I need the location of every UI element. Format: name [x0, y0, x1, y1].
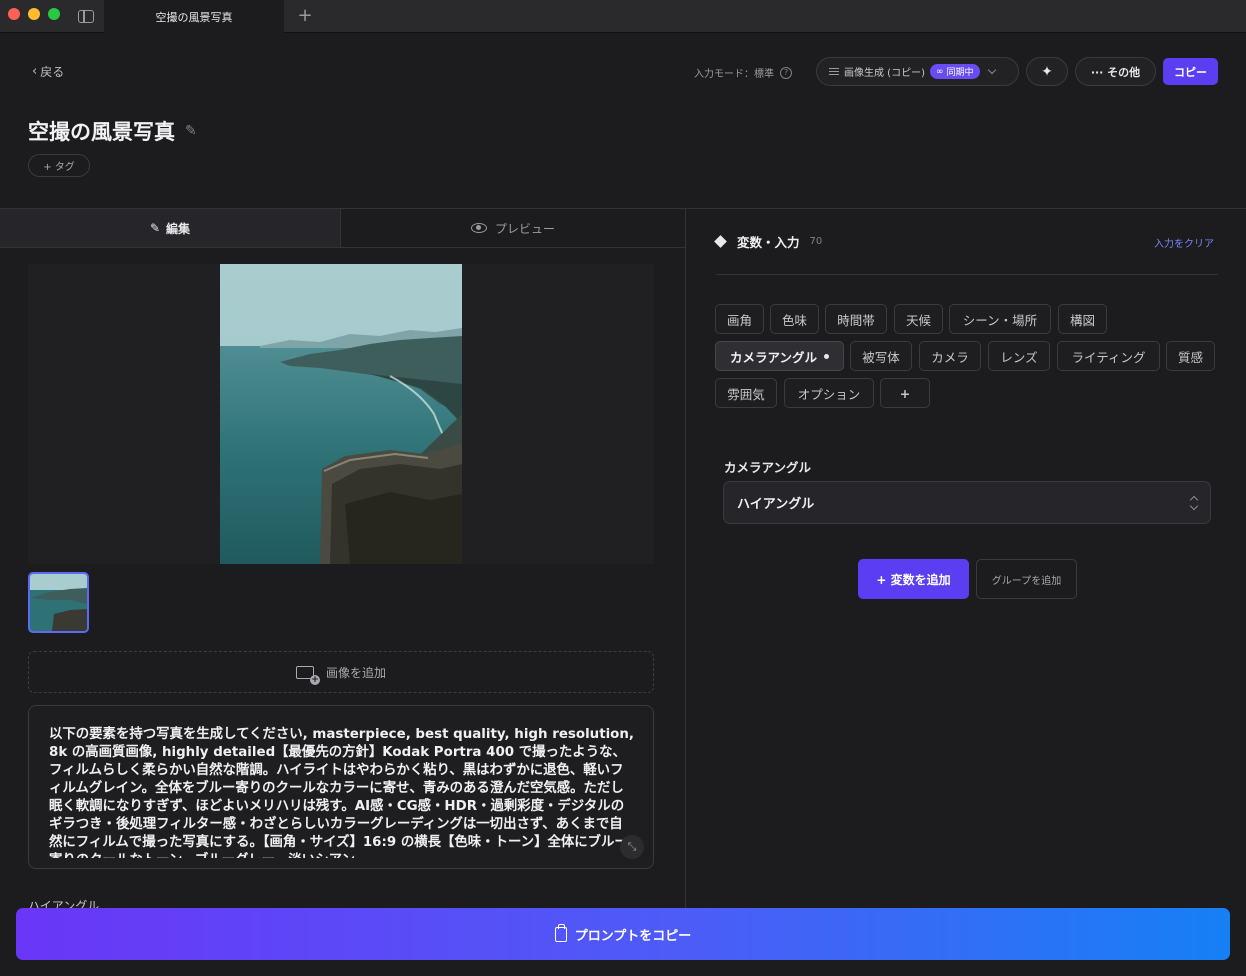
chip-atmosphere[interactable]: 雰囲気	[715, 378, 777, 408]
camera-angle-select[interactable]: ハイアングル	[723, 481, 1211, 524]
plus-icon: +	[899, 385, 911, 401]
chip-label: ライティング	[1071, 349, 1146, 365]
chip-color[interactable]: 色味	[770, 304, 819, 334]
variables-header: 変数・入力 70	[714, 232, 823, 251]
camera-angle-value: ハイアングル	[737, 497, 815, 512]
chip-label: シーン・場所	[962, 312, 1038, 328]
chip-option[interactable]: オプション	[784, 378, 874, 408]
chip-lens[interactable]: レンズ	[988, 341, 1050, 371]
copy-prompt-button[interactable]: プロンプトをコピー	[16, 908, 1230, 960]
editor-tabs: ✎ 編集 プレビュー	[0, 209, 685, 248]
sync-badge-label: 同期中	[946, 68, 974, 78]
variables-count: 70	[809, 236, 823, 247]
help-icon[interactable]: ?	[780, 66, 792, 79]
input-mode-label: 入力モード：標準	[694, 69, 774, 80]
add-tag-button[interactable]: + タグ	[28, 154, 90, 177]
selected-dot-icon	[824, 353, 829, 359]
tab-preview-label: プレビュー	[494, 221, 555, 236]
chevron-down-icon	[987, 65, 996, 75]
more-button[interactable]: ··· その他	[1075, 57, 1156, 86]
chip-time-of-day[interactable]: 時間帯	[825, 304, 887, 334]
eye-icon	[470, 223, 487, 233]
zoom-window-button[interactable]	[48, 8, 60, 20]
clipboard-icon	[554, 923, 567, 942]
list-icon	[829, 68, 839, 75]
clear-input-link[interactable]: 入力をクリア	[1154, 235, 1214, 250]
main-photo	[220, 264, 462, 564]
close-window-button[interactable]	[8, 8, 20, 20]
chip-label: カメラアングル	[729, 349, 817, 365]
chip-label: 色味	[781, 312, 807, 328]
copy-prompt-label: プロンプトをコピー	[574, 928, 692, 944]
page-title-text: 空撮の風景写真	[28, 120, 175, 144]
panel-divider	[685, 209, 686, 908]
window-tab-label: 空撮の風景写真	[155, 10, 233, 24]
chip-label: レンズ	[1000, 349, 1038, 365]
chip-label: 構図	[1069, 312, 1095, 328]
page-title[interactable]: 空撮の風景写真 ✎	[28, 116, 197, 146]
title-bar: 空撮の風景写真 +	[0, 0, 1246, 33]
sync-badge: ∞ 同期中	[929, 64, 980, 79]
image-add-icon	[295, 665, 320, 685]
updown-chevron-icon	[1190, 496, 1198, 510]
chip-label: オプション	[797, 386, 861, 402]
chip-scene-location[interactable]: シーン・場所	[949, 304, 1051, 334]
chip-lighting[interactable]: ライティング	[1057, 341, 1160, 371]
variables-divider	[716, 274, 1218, 275]
pencil-icon[interactable]: ✎	[185, 123, 197, 139]
chip-label: 被写体	[862, 349, 900, 365]
prompt-textarea[interactable]: 以下の要素を持つ写真を生成してください, masterpiece, best q…	[28, 705, 654, 869]
chevron-left-icon: ‹	[32, 64, 38, 79]
variables-title: 変数・入力	[737, 235, 800, 250]
chip-label: 画角	[726, 312, 752, 328]
chip-texture[interactable]: 質感	[1166, 341, 1215, 371]
new-tab-button[interactable]: +	[296, 5, 314, 27]
input-mode-indicator: 入力モード：標準 ?	[694, 65, 792, 80]
chip-subject[interactable]: 被写体	[850, 341, 912, 371]
image-viewer	[28, 264, 654, 564]
back-button[interactable]: ‹ 戻る	[32, 63, 64, 80]
tab-preview[interactable]: プレビュー	[341, 209, 685, 247]
ai-sparkle-button[interactable]: ✦	[1026, 57, 1068, 86]
add-image-label: 画像を追加	[325, 665, 386, 680]
diamond-icon	[714, 235, 727, 248]
back-label: 戻る	[40, 65, 65, 79]
link-icon: ∞	[935, 66, 944, 77]
pencil-icon: ✎	[149, 221, 161, 235]
prompt-text: 以下の要素を持つ写真を生成してください, masterpiece, best q…	[49, 727, 635, 858]
sparkle-icon: ✦	[1041, 63, 1053, 80]
chip-angle-of-view[interactable]: 画角	[715, 304, 764, 334]
chip-camera-angle[interactable]: カメラアングル	[715, 341, 844, 371]
chip-label: 時間帯	[837, 312, 875, 328]
add-group-button[interactable]: グループを追加	[976, 559, 1077, 599]
chip-add-button[interactable]: +	[880, 378, 930, 408]
chip-composition[interactable]: 構図	[1058, 304, 1107, 334]
copy-button[interactable]: コピー	[1163, 58, 1218, 85]
image-thumbnail[interactable]	[28, 572, 89, 633]
chip-label: 質感	[1177, 349, 1203, 365]
field-label: カメラアングル	[724, 460, 812, 475]
chip-weather[interactable]: 天候	[894, 304, 943, 334]
chip-camera[interactable]: カメラ	[919, 341, 981, 371]
tab-edit[interactable]: ✎ 編集	[0, 209, 341, 247]
window-tab[interactable]: 空撮の風景写真	[104, 0, 284, 33]
sidebar-toggle-icon[interactable]	[78, 10, 94, 23]
chip-label: 雰囲気	[727, 386, 765, 402]
add-image-button[interactable]: 画像を追加	[28, 651, 654, 693]
minimize-window-button[interactable]	[28, 8, 40, 20]
add-variable-button[interactable]: + 変数を追加	[858, 559, 969, 599]
mode-select[interactable]: 画像生成 (コピー) ∞ 同期中	[816, 57, 1019, 86]
expand-icon[interactable]: ⤡	[620, 835, 644, 859]
tab-edit-label: 編集	[166, 221, 191, 236]
mode-select-label: 画像生成 (コピー)	[844, 68, 925, 79]
chip-label: 天候	[905, 312, 931, 328]
chip-label: カメラ	[931, 349, 969, 365]
